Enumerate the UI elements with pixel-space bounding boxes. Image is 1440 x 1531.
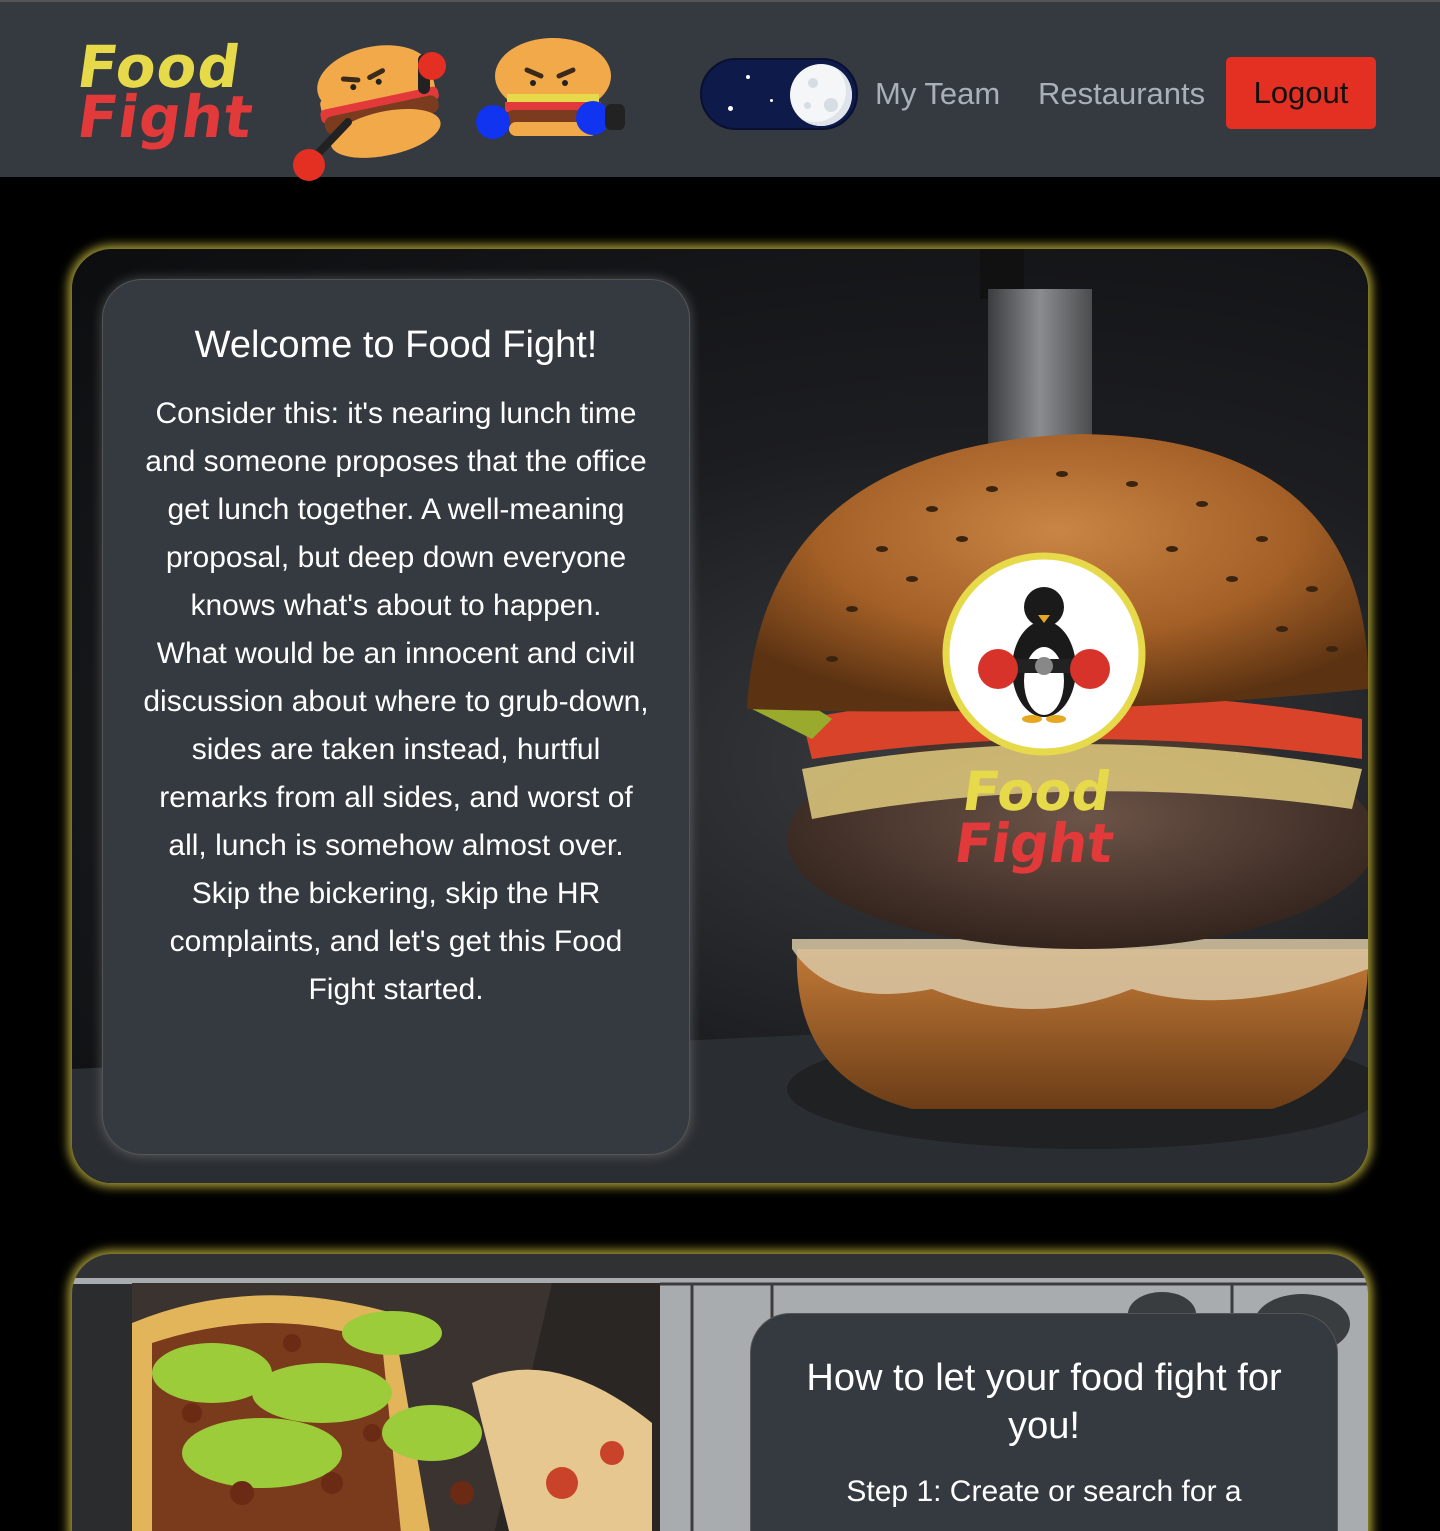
brand-logo[interactable]: Food Fight <box>73 33 258 156</box>
star-icon <box>728 106 733 111</box>
hero-logo-fight: Fight <box>950 812 1118 875</box>
welcome-title: Welcome to Food Fight! <box>194 324 598 366</box>
brand-word-fight: Fight <box>73 83 258 151</box>
welcome-paragraph: Consider this: it's nearing lunch time a… <box>145 397 647 622</box>
welcome-card: Welcome to Food Fight! Consider this: it… <box>102 279 690 1155</box>
welcome-paragraph: Skip the bickering, skip the HR complain… <box>169 877 623 1006</box>
nav-link-restaurants[interactable]: Restaurants <box>1038 74 1205 114</box>
burger-fighter-blue-icon <box>476 38 625 139</box>
moon-icon <box>790 64 852 126</box>
hero-logo-text: Food Fight <box>951 760 1155 882</box>
tacos-pizza-photo <box>132 1283 660 1531</box>
howto-card: How to let your food fight for you! Step… <box>750 1313 1338 1531</box>
navbar: Food Fight My Team Restaurants Logout <box>0 0 1440 181</box>
welcome-paragraph: What would be an innocent and civil disc… <box>143 637 649 862</box>
logout-button[interactable]: Logout <box>1226 57 1376 129</box>
theme-toggle[interactable] <box>700 58 858 130</box>
star-icon <box>770 99 773 102</box>
welcome-text: Consider this: it's nearing lunch time a… <box>143 390 649 1014</box>
burger-fighter-red-icon <box>293 45 446 181</box>
howto-step-1: Step 1: Create or search for a <box>846 1475 1242 1508</box>
howto-title: How to let your food fight for you! <box>806 1357 1282 1447</box>
star-icon <box>746 75 750 79</box>
nav-link-my-team[interactable]: My Team <box>875 74 1000 114</box>
